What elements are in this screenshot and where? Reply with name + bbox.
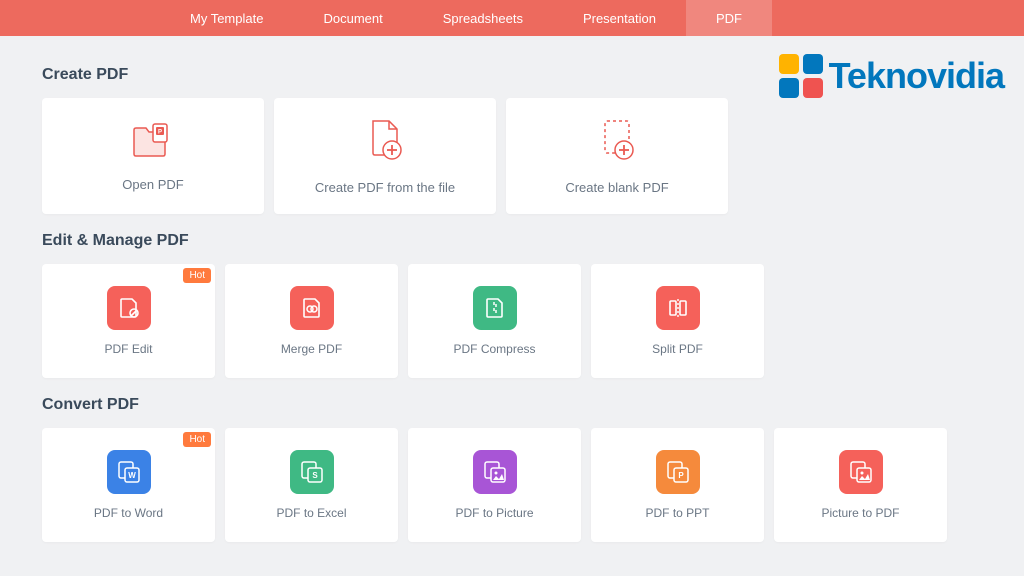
card-pdf-edit[interactable]: Hot PDF Edit <box>42 264 215 378</box>
tab-pdf[interactable]: PDF <box>686 0 772 36</box>
tab-presentation[interactable]: Presentation <box>553 0 686 36</box>
card-label: PDF to Word <box>94 506 163 520</box>
tab-label: Document <box>323 11 382 26</box>
top-tab-bar: My Template Document Spreadsheets Presen… <box>0 0 1024 36</box>
card-pdf-to-ppt[interactable]: P PDF to PPT <box>591 428 764 542</box>
hot-badge: Hot <box>183 432 211 447</box>
picture-to-pdf-icon <box>839 450 883 494</box>
file-plus-icon <box>365 117 405 166</box>
card-picture-to-pdf[interactable]: Picture to PDF <box>774 428 947 542</box>
tab-label: My Template <box>190 11 263 26</box>
svg-text:S: S <box>312 471 318 480</box>
section-title-create: Create PDF <box>42 66 982 84</box>
svg-text:P: P <box>158 130 162 136</box>
svg-text:W: W <box>128 471 136 480</box>
pdf-to-ppt-icon: P <box>656 450 700 494</box>
pdf-compress-icon <box>473 286 517 330</box>
card-pdf-to-picture[interactable]: PDF to Picture <box>408 428 581 542</box>
tab-spreadsheets[interactable]: Spreadsheets <box>413 0 553 36</box>
card-label: PDF to Excel <box>276 506 346 520</box>
card-label: Create PDF from the file <box>315 180 455 195</box>
card-label: PDF Compress <box>453 342 535 356</box>
hot-badge: Hot <box>183 268 211 283</box>
card-label: Merge PDF <box>281 342 342 356</box>
section-title-convert: Convert PDF <box>42 396 982 414</box>
split-pdf-icon <box>656 286 700 330</box>
card-label: Picture to PDF <box>821 506 899 520</box>
card-pdf-compress[interactable]: PDF Compress <box>408 264 581 378</box>
card-label: Split PDF <box>652 342 703 356</box>
card-pdf-to-excel[interactable]: S PDF to Excel <box>225 428 398 542</box>
card-create-from-file[interactable]: Create PDF from the file <box>274 98 496 214</box>
merge-pdf-icon <box>290 286 334 330</box>
card-open-pdf[interactable]: P Open PDF <box>42 98 264 214</box>
tab-my-template[interactable]: My Template <box>160 0 293 36</box>
card-split-pdf[interactable]: Split PDF <box>591 264 764 378</box>
blank-plus-icon <box>597 117 637 166</box>
card-label: PDF Edit <box>104 342 152 356</box>
pdf-to-word-icon: W <box>107 450 151 494</box>
tab-document[interactable]: Document <box>293 0 412 36</box>
card-label: Open PDF <box>122 177 183 192</box>
pdf-edit-icon <box>107 286 151 330</box>
pdf-to-excel-icon: S <box>290 450 334 494</box>
pdf-to-picture-icon <box>473 450 517 494</box>
section-title-edit: Edit & Manage PDF <box>42 232 982 250</box>
card-label: PDF to PPT <box>645 506 709 520</box>
tab-label: PDF <box>716 11 742 26</box>
card-label: Create blank PDF <box>565 180 668 195</box>
card-create-blank[interactable]: Create blank PDF <box>506 98 728 214</box>
tab-label: Presentation <box>583 11 656 26</box>
card-merge-pdf[interactable]: Merge PDF <box>225 264 398 378</box>
svg-text:P: P <box>678 471 684 480</box>
folder-pdf-icon: P <box>131 120 175 163</box>
card-pdf-to-word[interactable]: Hot W PDF to Word <box>42 428 215 542</box>
tab-label: Spreadsheets <box>443 11 523 26</box>
card-label: PDF to Picture <box>455 506 533 520</box>
